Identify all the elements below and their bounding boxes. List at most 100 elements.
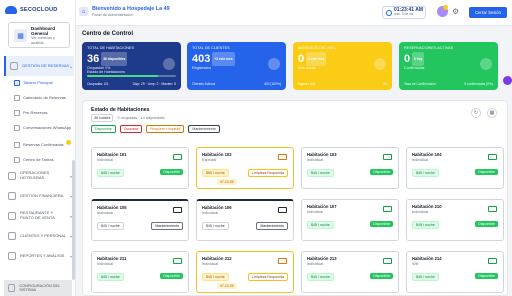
rooms-grid: Habitación 101 Individual $45 / noche Dispo… [91,147,504,293]
kpi-bar-label: Estado de Habitaciones [87,70,125,74]
sidebar-item-restaurante[interactable]: RESTAURANTE Y PUNTO DE VENTA ▾ [4,206,74,226]
sidebar-item-configuracion[interactable]: CONFIGURACIÓN DEL SISTEMA [4,280,72,296]
room-status-badge[interactable]: Disponible [160,273,183,279]
rooms-panel-title: Estado de Habitaciones [91,107,150,113]
chevron-up-icon: ▴ [69,64,72,69]
sidebar-subitem-label: Calendario de Reservas [23,95,66,100]
room-card[interactable]: Habitación 102 Especial $65 / noche Limpiez… [196,147,294,189]
gear-icon[interactable]: ⚙ [452,7,459,16]
legend-mantenimiento[interactable]: Mantenimiento [188,125,220,133]
room-name: Habitación 101 [97,152,127,157]
room-card[interactable]: Habitación 213 Individual $45 / noche Dispo… [301,251,399,293]
room-status-badge[interactable]: Disponible [370,169,393,175]
clock-widget: 01:23:41 AM dom, 5 de oct [382,6,426,19]
sidebar-scrollbar[interactable] [72,160,75,280]
room-card[interactable]: Habitación 211 Individual $45 / noche Dispo… [91,251,189,293]
page-title: Centro de Control [82,31,133,37]
building-icon [8,172,16,180]
room-card[interactable]: Habitación 104 Individual $45 / noche Dispo… [406,147,504,189]
kpi-label: Total de Clientes [192,46,230,50]
room-card[interactable]: Habitación 103 Individual $45 / noche Dispo… [301,147,399,189]
room-card[interactable]: Habitación 107 Individual $45 / noche Dispo… [301,199,399,241]
sidebar-item-reservas[interactable]: GESTIÓN DE RESERVAS ▴ [4,56,74,76]
room-price: $45 / noche [307,169,334,177]
dashboard-card[interactable]: ▦ Dashboard General Ver métricas y análi… [8,22,70,48]
room-type: Individual [97,158,114,162]
room-status-badge[interactable]: Mantenimiento [151,222,183,230]
settings-icon [8,284,16,292]
sidebar-subitem-confirmadas[interactable]: Reservas Confirmadas [14,136,74,153]
bed-icon [278,258,287,264]
room-card[interactable]: Habitación 210 Individual $45 / noche Dispo… [406,199,504,241]
room-status-badge[interactable]: Disponible [370,221,393,227]
bed-icon [383,258,392,264]
room-card[interactable]: Habitación 212 Individual $45 / noche Limpi… [196,251,294,293]
sidebar-item-reportes[interactable]: REPORTES Y ANÁLISIS ▾ [4,246,74,266]
sidebar-item-label: GESTIÓN DE RESERVAS [22,62,70,68]
sidebar-item-label: REPORTES Y ANÁLISIS [20,252,65,258]
room-card[interactable]: Habitación 214 Wifi $45 / noche Disponible [406,251,504,293]
restaurant-icon [8,212,16,220]
sidebar-subitem-tablero[interactable]: Tablero Principal [14,76,74,89]
refresh-button[interactable]: ↻ [471,108,481,118]
sidebar-subitem-label: Tablero Principal [23,80,53,85]
notification-badge [443,5,448,10]
bed-icon [383,154,392,160]
room-price: $45 / noche [97,222,124,230]
room-card[interactable]: Habitación 105 Individual $45 / noche Mante… [91,199,189,241]
room-name: Habitación 212 [202,256,232,261]
room-price: $45 / noche [202,273,229,281]
rooms-counts: 36 totales 0 ocupadas · 14 disponibles [91,114,165,122]
sidebar-subitem-calendario[interactable]: Calendario de Reservas [14,89,74,106]
room-card[interactable]: Habitación 106 Individual $45 / noche Mante… [196,199,294,241]
room-type: Individual [412,158,429,162]
room-status-badge[interactable]: Limpieza Requerida [248,273,288,281]
sidebar-item-clientes[interactable]: CLIENTES Y PERSONAL ▾ [4,226,74,246]
sidebar-item-operaciones[interactable]: OPERACIONES HOTELERAS ▾ [4,166,74,186]
calendar-icon [14,94,20,101]
room-status-badge[interactable]: Disponible [475,169,498,175]
kpi-chip: 0 hoy [412,52,425,66]
sidebar-item-label: RESTAURANTE Y PUNTO DE VENTA [20,210,55,220]
kpi-label: Ingresos del Mes [298,46,336,50]
logout-button[interactable]: Cerrar Sesión [469,7,507,18]
welcome-subtitle: Panel de Administración [92,13,133,17]
sidebar-subitem-label: Conversaciones WhatsApp [23,125,72,130]
app-logo[interactable]: SECOCLOUD [5,6,58,14]
room-name: Habitación 104 [412,152,442,157]
legend-limpieza[interactable]: Requiere Limpieza [146,125,185,133]
room-status-badge[interactable]: Disponible [475,221,498,227]
kpi-card-ingresos[interactable]: Ingresos del Mes 00 este mes Mes actual … [293,42,392,90]
bed-icon [383,206,392,212]
room-type: Wifi [412,262,419,266]
sidebar-item-label: GESTIÓN FINANCIERA [20,192,64,198]
sidebar-subitem-tareas[interactable]: Centro de Tareas [14,153,74,166]
kpi-label: Reservaciones Activas [404,46,454,50]
room-status-badge[interactable]: Limpieza Requerida [248,169,288,177]
top-header: ⌂ Bienvenido a Hospedaje La 49 Panel de … [76,0,512,26]
kpi-card-clientes[interactable]: Total de Clientes 403 +3 este mes Registr… [187,42,286,90]
legend-disponible[interactable]: Disponible [91,125,116,133]
room-date: 07-10-25 [217,283,237,289]
bed-icon [173,258,182,264]
total-rooms-pill: 36 totales [91,114,114,122]
kpi-footer: Tasa de Confirmación 0 confirmadas (0%) [404,82,493,86]
sidebar-item-financiera[interactable]: GESTIÓN FINANCIERA ▾ [4,186,74,206]
grid-view-button[interactable]: ▦ [487,108,497,118]
legend-ocupada[interactable]: Ocupada [119,125,143,133]
room-status-badge[interactable]: Disponible [160,169,183,175]
kpi-card-reservaciones[interactable]: Reservaciones Activas 00 hoy Confirmadas… [399,42,498,90]
room-type: Individual [97,211,114,215]
room-card[interactable]: Habitación 101 Individual $45 / noche Dispo… [91,147,189,189]
room-status-badge[interactable]: Disponible [370,273,393,279]
room-status-badge[interactable]: Mantenimiento [256,222,288,230]
room-name: Habitación 105 [97,205,127,210]
room-name: Habitación 210 [412,204,442,209]
sidebar-subitem-prereservas[interactable]: Pre-Reservas [14,106,74,119]
clock-icon [386,9,392,16]
room-status-badge[interactable]: Disponible [475,273,498,279]
calendar-icon [10,62,18,70]
kpi-card-habitaciones[interactable]: Total de Habitaciones 36 36 disponibles O… [82,42,181,90]
floating-action-button[interactable] [503,76,512,85]
sidebar-subitem-whatsapp[interactable]: Conversaciones WhatsApp [14,119,74,136]
